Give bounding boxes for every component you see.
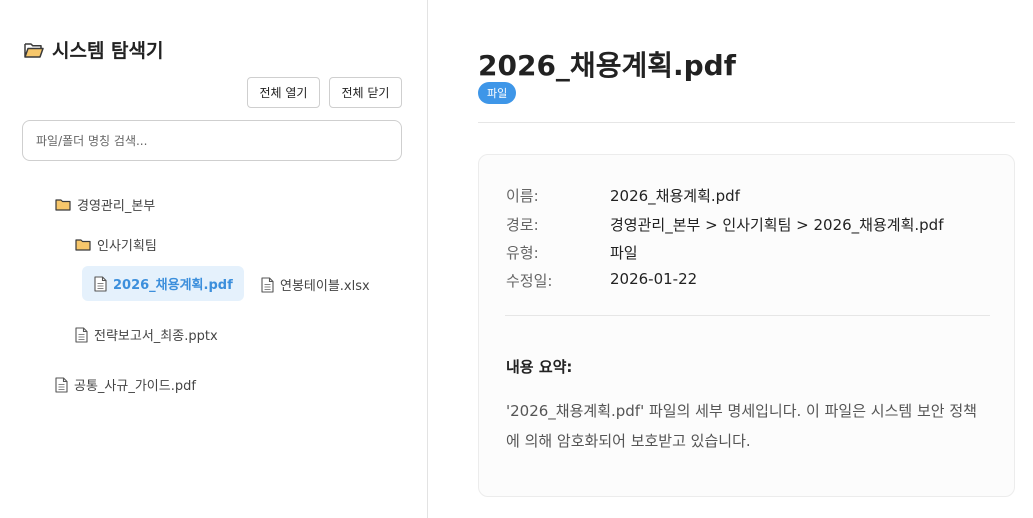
tree-file-salary-table[interactable]: 연봉테이블.xlsx <box>261 275 370 294</box>
expand-all-button[interactable]: 전체 열기 <box>247 77 320 108</box>
tree-file-guide[interactable]: 공통_사규_가이드.pdf <box>55 375 196 394</box>
meta-key: 수정일: <box>506 272 553 290</box>
meta-value: 경영관리_본부 > 인사기획팀 > 2026_채용계획.pdf <box>610 216 944 234</box>
meta-key: 유형: <box>506 244 539 262</box>
summary-text: '2026_채용계획.pdf' 파일의 세부 명세입니다. 이 파일은 시스템 … <box>506 402 977 450</box>
tree-file-strategy-report[interactable]: 전략보고서_최종.pptx <box>75 325 218 344</box>
meta-key: 이름: <box>506 187 539 205</box>
tree-file-hiring-plan[interactable]: 2026_채용계획.pdf <box>82 266 244 301</box>
meta-row-modified: 수정일: 2026-01-22 <box>506 270 697 291</box>
meta-key: 경로: <box>506 216 539 234</box>
meta-value: 2026-01-22 <box>610 270 698 288</box>
folder-open-icon <box>24 42 44 58</box>
tree-node-label: 공통_사규_가이드.pdf <box>74 379 196 394</box>
sidebar-title: 시스템 탐색기 <box>52 40 164 62</box>
file-icon <box>55 377 68 393</box>
file-icon <box>94 276 107 292</box>
file-icon <box>75 327 88 343</box>
detail-panel: 2026_채용계획.pdf 파일 이름: 2026_채용계획.pdf 경로: 경… <box>429 0 1033 518</box>
collapse-all-button[interactable]: 전체 닫기 <box>329 77 402 108</box>
divider <box>478 122 1015 123</box>
summary-title: 내용 요약: <box>506 358 573 376</box>
file-icon <box>261 277 274 293</box>
tree-folder-hr-planning[interactable]: 인사기획팀 <box>75 235 157 254</box>
sidebar-header: 시스템 탐색기 <box>24 36 164 63</box>
tree-node-label: 인사기획팀 <box>97 239 157 254</box>
tree-node-label: 전략보고서_최종.pptx <box>94 329 218 344</box>
folder-icon <box>55 198 71 211</box>
tree-node-label: 연봉테이블.xlsx <box>280 279 370 294</box>
tree-folder-management[interactable]: 경영관리_본부 <box>55 195 155 214</box>
meta-value: 파일 <box>610 244 638 262</box>
sidebar: 시스템 탐색기 전체 열기 전체 닫기 경영관리_본부 인사기획팀 2026_채… <box>0 0 428 518</box>
detail-card: 이름: 2026_채용계획.pdf 경로: 경영관리_본부 > 인사기획팀 > … <box>478 154 1015 497</box>
meta-row-name: 이름: 2026_채용계획.pdf <box>506 185 740 206</box>
page-title: 2026_채용계획.pdf <box>478 49 736 82</box>
tree-node-label: 2026_채용계획.pdf <box>113 278 233 293</box>
divider <box>505 315 990 316</box>
meta-row-path: 경로: 경영관리_본부 > 인사기획팀 > 2026_채용계획.pdf <box>506 214 943 235</box>
meta-row-type: 유형: 파일 <box>506 242 638 263</box>
meta-value: 2026_채용계획.pdf <box>610 187 740 205</box>
search-input[interactable] <box>22 120 402 161</box>
tree-node-label: 경영관리_본부 <box>77 199 156 214</box>
type-badge: 파일 <box>478 82 517 104</box>
folder-icon <box>75 238 91 251</box>
